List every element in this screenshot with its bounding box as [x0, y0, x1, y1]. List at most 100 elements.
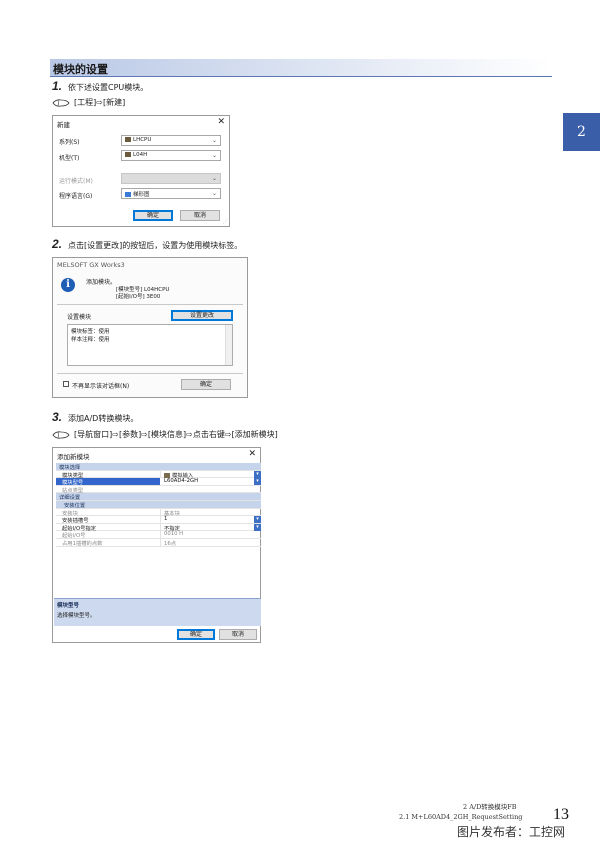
resize-grip-icon[interactable]: ⋰ — [254, 635, 259, 641]
cancel-button[interactable]: 取消 — [180, 210, 220, 221]
row-value: L60AD4-2GH — [164, 478, 199, 485]
model-label: 机型(T) — [59, 155, 80, 162]
dialog-title-bar: 新建 ✕ — [53, 116, 229, 130]
operation-text: [导航窗口]⇨[参数]⇨[模块信息]⇨点击右键⇨[添加新模块] — [74, 430, 278, 439]
model-value: L04H — [133, 152, 148, 158]
dialog-title: MELSOFT GX Works3 — [57, 261, 125, 269]
description-panel: 模块型号 选择模块型号。 — [54, 598, 261, 626]
grid-row-module-model[interactable]: 模块型号 L60AD4-2GH ▾ — [56, 478, 261, 486]
value-divider — [160, 531, 161, 538]
row-value: 1 — [164, 516, 168, 523]
message-text: 添加模块。 — [86, 279, 117, 286]
value-divider — [160, 523, 161, 531]
ok-button[interactable]: 确定 — [181, 379, 231, 390]
grid-category-row[interactable]: 详细设置 — [56, 493, 261, 501]
dialog-title: 添加新模块 — [57, 453, 90, 461]
setting-detail-area[interactable]: 模块标签：使用 样本注释：使用 — [67, 324, 233, 366]
grid-row-start-io[interactable]: 起始I/O号 0010 H — [56, 531, 261, 539]
description-title: 模块型号 — [57, 603, 80, 609]
operation-1: [工程]⇨[新建] — [52, 97, 125, 108]
footer-section: 2.1 M+L60AD4_2GH_RequestSetting — [399, 813, 523, 821]
ladder-icon — [125, 192, 131, 197]
grid-subcategory-row[interactable]: 安装位置 — [56, 500, 261, 509]
description-text: 选择模块型号。 — [57, 613, 96, 619]
chevron-down-icon: ⌄ — [211, 175, 217, 182]
ok-button[interactable]: 确定 — [177, 629, 215, 640]
dialog-title-bar: MELSOFT GX Works3 — [53, 258, 247, 272]
section-title: 模块的设置 — [50, 59, 552, 77]
language-label: 程序语言(G) — [59, 193, 93, 200]
step-number: 3. — [52, 410, 63, 424]
grid-row-io-assign[interactable]: 起始I/O号指定 不指定 ▾ — [56, 523, 261, 532]
grid-row-mount-block[interactable]: 安装块 基本块 — [56, 508, 261, 517]
chevron-down-icon: ⌄ — [211, 137, 217, 144]
dropdown-arrow-icon[interactable]: ▾ — [254, 523, 261, 531]
section-title-text: 模块的设置 — [53, 63, 108, 76]
change-setting-button[interactable]: 设置更改 — [171, 310, 233, 321]
row-value: 16点 — [164, 540, 177, 547]
dialog-title: 新建 — [57, 121, 70, 129]
series-value: LHCPU — [133, 137, 152, 143]
dont-show-checkbox[interactable] — [63, 381, 69, 387]
close-icon[interactable]: ✕ — [217, 117, 225, 127]
language-select[interactable]: 梯形图 ⌄ — [121, 188, 221, 199]
mouse-icon — [52, 98, 70, 107]
mouse-icon — [52, 430, 70, 439]
melsoft-dialog: MELSOFT GX Works3 i 添加模块。 [模块型号] L04HCPU… — [52, 257, 248, 398]
cancel-button[interactable]: 取消 — [219, 629, 257, 640]
step-text: 添加A/D转换模块。 — [68, 414, 139, 423]
dropdown-arrow-icon[interactable]: ▾ — [254, 470, 261, 478]
language-value: 梯形图 — [133, 192, 150, 198]
resize-grip-icon[interactable]: ⋰ — [223, 219, 228, 225]
dropdown-arrow-icon[interactable]: ▾ — [254, 478, 261, 486]
value-divider — [160, 538, 161, 546]
grid-category-row[interactable]: 模块选择 — [56, 463, 261, 471]
operation-text: [工程]⇨[新建] — [74, 98, 126, 107]
grid-row-station-type[interactable]: 站点类型 — [56, 486, 261, 494]
start-io-line: [起始I/O号] 3E00 — [116, 294, 161, 300]
grid-row-module-type[interactable]: 模块类型 模拟输入 ▾ — [56, 470, 261, 479]
row-key: 占用1插槽的点数 — [62, 540, 103, 547]
value-divider — [160, 516, 161, 523]
value-divider — [160, 508, 161, 516]
step-text: 依下述设置CPU模块。 — [68, 83, 149, 92]
chapter-tab[interactable]: 2 — [563, 113, 600, 151]
grid-row-points[interactable]: 占用1插槽的点数 16点 — [56, 538, 261, 547]
chevron-down-icon: ⌄ — [211, 190, 217, 197]
chevron-down-icon: ⌄ — [211, 152, 217, 159]
row-value: 0010 H — [164, 531, 184, 538]
step-number: 2. — [52, 237, 63, 251]
page-number: 13 — [553, 806, 569, 823]
cpu-icon — [125, 152, 131, 157]
scrollbar[interactable] — [225, 325, 232, 365]
setting-module-label: 设置模块 — [67, 314, 92, 321]
series-label: 系列(S) — [59, 139, 80, 146]
model-select[interactable]: L04H ⌄ — [121, 150, 221, 161]
mode-select: ⌄ — [121, 173, 221, 184]
dropdown-arrow-icon[interactable]: ▾ — [254, 516, 261, 524]
grid-row-slot-number[interactable]: 安装插槽号 1 ▾ — [56, 516, 261, 524]
dont-show-label: 不再显示该对话框(N) — [72, 383, 130, 390]
property-grid: 模块选择 模块类型 模拟输入 ▾ 模块型号 L60AD4-2GH ▾ 站点类型 … — [56, 463, 261, 547]
info-icon: i — [61, 278, 75, 292]
operation-2: [导航窗口]⇨[参数]⇨[模块信息]⇨点击右键⇨[添加新模块] — [52, 429, 278, 440]
step-number: 1. — [52, 79, 63, 93]
cpu-icon — [125, 137, 131, 142]
new-project-dialog: 新建 ✕ 系列(S) LHCPU ⌄ 机型(T) L04H ⌄ 运行模式(M) … — [52, 115, 230, 227]
module-label-line: 模块标签：使用 — [71, 329, 110, 335]
analog-module-icon — [164, 472, 170, 478]
mode-label: 运行模式(M) — [59, 178, 93, 185]
sample-comment-line: 样本注释：使用 — [71, 337, 110, 343]
ok-button[interactable]: 确定 — [133, 210, 173, 221]
close-icon[interactable]: ✕ — [248, 449, 256, 459]
watermark: 图片发布者：工控网 — [457, 825, 566, 839]
step-2: 2. 点击[设置更改]的按钮后，设置为使用模块标签。 — [52, 237, 242, 251]
add-new-module-dialog: 添加新模块 ✕ 模块选择 模块类型 模拟输入 ▾ 模块型号 L60AD4-2GH… — [52, 447, 261, 643]
step-3: 3. 添加A/D转换模块。 — [52, 410, 138, 424]
divider — [57, 304, 243, 305]
series-select[interactable]: LHCPU ⌄ — [121, 135, 221, 146]
step-1: 1. 依下述设置CPU模块。 — [52, 79, 148, 93]
step-text: 点击[设置更改]的按钮后，设置为使用模块标签。 — [68, 241, 243, 250]
divider — [57, 373, 243, 374]
dialog-title-bar: 添加新模块 ✕ — [53, 448, 260, 462]
